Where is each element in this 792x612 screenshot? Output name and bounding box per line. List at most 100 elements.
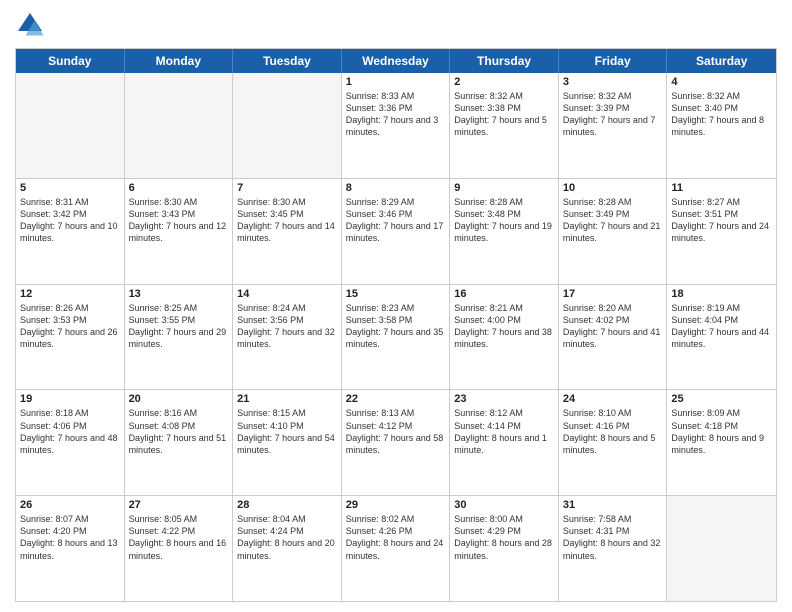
day-number: 7 [237, 182, 337, 194]
calendar-cell: 8 Sunrise: 8:29 AM Sunset: 3:46 PM Daylig… [342, 179, 451, 284]
calendar-cell: 11Sunrise: 8:27 AM Sunset: 3:51 PM Dayli… [667, 179, 776, 284]
calendar-cell: 28 Sunrise: 8:04 AM Sunset: 4:24 PM Dayli… [233, 496, 342, 601]
day-info: Sunrise: 8:07 AM Sunset: 4:20 PM Dayligh… [20, 513, 120, 562]
day-number: 15 [346, 288, 446, 300]
calendar-row-0: 1 Sunrise: 8:33 AM Sunset: 3:36 PM Daylig… [16, 73, 776, 179]
day-number: 2 [454, 76, 554, 88]
day-info: Sunrise: 8:15 AM Sunset: 4:10 PM Dayligh… [237, 407, 337, 456]
day-number: 25 [671, 393, 772, 405]
day-number: 31 [563, 499, 663, 511]
day-info: Sunrise: 8:16 AM Sunset: 4:08 PM Dayligh… [129, 407, 229, 456]
calendar-cell: 24 Sunrise: 8:10 AM Sunset: 4:16 PM Dayli… [559, 390, 668, 495]
day-number: 8 [346, 182, 446, 194]
day-number: 9 [454, 182, 554, 194]
calendar-cell: 6 Sunrise: 8:30 AM Sunset: 3:43 PM Daylig… [125, 179, 234, 284]
day-number: 26 [20, 499, 120, 511]
day-info: Sunrise: 8:33 AM Sunset: 3:36 PM Dayligh… [346, 90, 446, 139]
calendar-cell: 31 Sunrise: 7:58 AM Sunset: 4:31 PM Dayli… [559, 496, 668, 601]
day-number: 4 [671, 76, 772, 88]
day-number: 19 [20, 393, 120, 405]
header-day-monday: Monday [125, 49, 234, 73]
day-number: 1 [346, 76, 446, 88]
header-day-wednesday: Wednesday [342, 49, 451, 73]
day-info: Sunrise: 8:25 AM Sunset: 3:55 PM Dayligh… [129, 302, 229, 351]
calendar-row-3: 19 Sunrise: 8:18 AM Sunset: 4:06 PM Dayli… [16, 390, 776, 496]
day-number: 29 [346, 499, 446, 511]
calendar-cell [233, 73, 342, 178]
day-info: Sunrise: 8:30 AM Sunset: 3:45 PM Dayligh… [237, 196, 337, 245]
calendar-cell: 23Sunrise: 8:12 AM Sunset: 4:14 PM Dayli… [450, 390, 559, 495]
header-day-thursday: Thursday [450, 49, 559, 73]
calendar-row-4: 26 Sunrise: 8:07 AM Sunset: 4:20 PM Dayli… [16, 496, 776, 601]
day-number: 30 [454, 499, 554, 511]
page: SundayMondayTuesdayWednesdayThursdayFrid… [0, 0, 792, 612]
day-number: 21 [237, 393, 337, 405]
calendar-cell: 19 Sunrise: 8:18 AM Sunset: 4:06 PM Dayli… [16, 390, 125, 495]
calendar-cell: 7 Sunrise: 8:30 AM Sunset: 3:45 PM Daylig… [233, 179, 342, 284]
day-number: 13 [129, 288, 229, 300]
header-day-sunday: Sunday [16, 49, 125, 73]
header [15, 10, 777, 40]
calendar-header: SundayMondayTuesdayWednesdayThursdayFrid… [16, 49, 776, 73]
calendar-cell: 26 Sunrise: 8:07 AM Sunset: 4:20 PM Dayli… [16, 496, 125, 601]
calendar-cell: 4 Sunrise: 8:32 AM Sunset: 3:40 PM Daylig… [667, 73, 776, 178]
calendar-cell: 27 Sunrise: 8:05 AM Sunset: 4:22 PM Dayli… [125, 496, 234, 601]
calendar-row-2: 12 Sunrise: 8:26 AM Sunset: 3:53 PM Dayli… [16, 285, 776, 391]
day-number: 3 [563, 76, 663, 88]
calendar-cell: 30 Sunrise: 8:00 AM Sunset: 4:29 PM Dayli… [450, 496, 559, 601]
calendar-cell: 2Sunrise: 8:32 AM Sunset: 3:38 PM Daylig… [450, 73, 559, 178]
day-number: 6 [129, 182, 229, 194]
calendar-row-1: 5 Sunrise: 8:31 AM Sunset: 3:42 PM Daylig… [16, 179, 776, 285]
calendar-cell: 12 Sunrise: 8:26 AM Sunset: 3:53 PM Dayli… [16, 285, 125, 390]
day-number: 16 [454, 288, 554, 300]
calendar-cell: 21 Sunrise: 8:15 AM Sunset: 4:10 PM Dayli… [233, 390, 342, 495]
day-info: Sunrise: 8:27 AM Sunset: 3:51 PM Dayligh… [671, 196, 772, 245]
day-info: Sunrise: 7:58 AM Sunset: 4:31 PM Dayligh… [563, 513, 663, 562]
day-number: 18 [671, 288, 772, 300]
day-info: Sunrise: 8:09 AM Sunset: 4:18 PM Dayligh… [671, 407, 772, 456]
day-info: Sunrise: 8:30 AM Sunset: 3:43 PM Dayligh… [129, 196, 229, 245]
day-number: 23 [454, 393, 554, 405]
logo [15, 10, 49, 40]
calendar-cell: 25 Sunrise: 8:09 AM Sunset: 4:18 PM Dayli… [667, 390, 776, 495]
day-number: 12 [20, 288, 120, 300]
calendar-cell: 5 Sunrise: 8:31 AM Sunset: 3:42 PM Daylig… [16, 179, 125, 284]
day-info: Sunrise: 8:28 AM Sunset: 3:49 PM Dayligh… [563, 196, 663, 245]
calendar-body: 1 Sunrise: 8:33 AM Sunset: 3:36 PM Daylig… [16, 73, 776, 601]
day-info: Sunrise: 8:21 AM Sunset: 4:00 PM Dayligh… [454, 302, 554, 351]
day-number: 24 [563, 393, 663, 405]
day-info: Sunrise: 8:05 AM Sunset: 4:22 PM Dayligh… [129, 513, 229, 562]
day-number: 28 [237, 499, 337, 511]
day-info: Sunrise: 8:00 AM Sunset: 4:29 PM Dayligh… [454, 513, 554, 562]
day-info: Sunrise: 8:26 AM Sunset: 3:53 PM Dayligh… [20, 302, 120, 351]
calendar-cell: 1 Sunrise: 8:33 AM Sunset: 3:36 PM Daylig… [342, 73, 451, 178]
calendar-cell: 14 Sunrise: 8:24 AM Sunset: 3:56 PM Dayli… [233, 285, 342, 390]
day-number: 10 [563, 182, 663, 194]
header-day-friday: Friday [559, 49, 668, 73]
day-info: Sunrise: 8:28 AM Sunset: 3:48 PM Dayligh… [454, 196, 554, 245]
calendar-cell: 17 Sunrise: 8:20 AM Sunset: 4:02 PM Dayli… [559, 285, 668, 390]
day-number: 14 [237, 288, 337, 300]
calendar: SundayMondayTuesdayWednesdayThursdayFrid… [15, 48, 777, 602]
day-number: 17 [563, 288, 663, 300]
header-day-saturday: Saturday [667, 49, 776, 73]
day-info: Sunrise: 8:20 AM Sunset: 4:02 PM Dayligh… [563, 302, 663, 351]
day-info: Sunrise: 8:31 AM Sunset: 3:42 PM Dayligh… [20, 196, 120, 245]
day-info: Sunrise: 8:18 AM Sunset: 4:06 PM Dayligh… [20, 407, 120, 456]
header-day-tuesday: Tuesday [233, 49, 342, 73]
day-info: Sunrise: 8:10 AM Sunset: 4:16 PM Dayligh… [563, 407, 663, 456]
day-number: 5 [20, 182, 120, 194]
day-number: 27 [129, 499, 229, 511]
day-info: Sunrise: 8:29 AM Sunset: 3:46 PM Dayligh… [346, 196, 446, 245]
day-number: 22 [346, 393, 446, 405]
calendar-cell: 13 Sunrise: 8:25 AM Sunset: 3:55 PM Dayli… [125, 285, 234, 390]
calendar-cell: 15Sunrise: 8:23 AM Sunset: 3:58 PM Dayli… [342, 285, 451, 390]
calendar-cell: 16 Sunrise: 8:21 AM Sunset: 4:00 PM Dayli… [450, 285, 559, 390]
day-info: Sunrise: 8:32 AM Sunset: 3:39 PM Dayligh… [563, 90, 663, 139]
calendar-cell: 29Sunrise: 8:02 AM Sunset: 4:26 PM Dayli… [342, 496, 451, 601]
day-info: Sunrise: 8:24 AM Sunset: 3:56 PM Dayligh… [237, 302, 337, 351]
day-info: Sunrise: 8:04 AM Sunset: 4:24 PM Dayligh… [237, 513, 337, 562]
calendar-cell: 9 Sunrise: 8:28 AM Sunset: 3:48 PM Daylig… [450, 179, 559, 284]
calendar-cell: 20Sunrise: 8:16 AM Sunset: 4:08 PM Dayli… [125, 390, 234, 495]
day-info: Sunrise: 8:32 AM Sunset: 3:40 PM Dayligh… [671, 90, 772, 139]
